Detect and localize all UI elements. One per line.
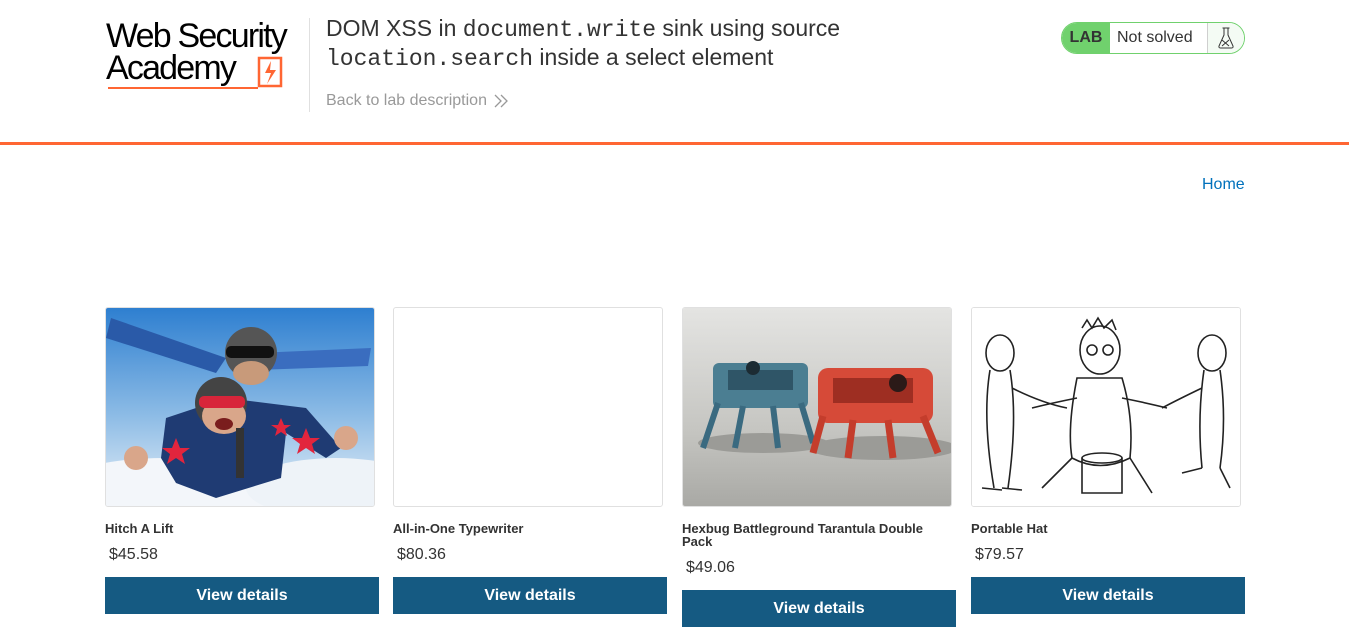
- product-name: All-in-One Typewriter: [393, 521, 524, 536]
- view-details-button[interactable]: View details: [393, 577, 667, 614]
- product-card: Portable Hat $79.57 View details: [971, 307, 1245, 614]
- product-image-skydiving: [105, 307, 375, 507]
- double-chevron-right-icon: [494, 94, 508, 108]
- product-price: $79.57: [975, 546, 1024, 563]
- web-security-academy-logo[interactable]: Web Security Academy: [106, 17, 306, 95]
- lab-flask-icon-container[interactable]: [1208, 23, 1244, 53]
- logo-underline: [108, 87, 258, 89]
- back-to-lab-description-link[interactable]: Back to lab description: [326, 92, 509, 110]
- lab-title: DOM XSS in document.write sink using sou…: [326, 15, 966, 73]
- back-link-label: Back to lab description: [326, 92, 487, 109]
- lab-title-text-1: DOM XSS in: [326, 15, 463, 41]
- lab-title-code-1: document.write: [462, 17, 656, 43]
- header-divider: [309, 18, 310, 112]
- product-price: $49.06: [686, 559, 735, 576]
- home-link[interactable]: Home: [1202, 176, 1245, 194]
- logo-text-line1: Web Security: [106, 17, 288, 55]
- lab-title-text-2: sink using source: [656, 15, 841, 41]
- view-details-button[interactable]: View details: [682, 590, 956, 627]
- product-card: Hitch A Lift $45.58 View details: [105, 307, 379, 614]
- view-details-button[interactable]: View details: [971, 577, 1245, 614]
- product-name: Hexbug Battleground Tarantula Double Pac…: [682, 521, 923, 549]
- product-card: Hexbug Battleground Tarantula Double Pac…: [682, 307, 956, 627]
- lab-badge: LAB: [1062, 23, 1110, 53]
- view-details-button[interactable]: View details: [105, 577, 379, 614]
- lab-status-widget: LAB Not solved: [1061, 22, 1245, 54]
- product-name: Portable Hat: [971, 521, 1048, 536]
- product-price: $45.58: [109, 546, 158, 563]
- product-image-robot-spiders: [682, 307, 952, 507]
- product-card: All-in-One Typewriter $80.36 View detail…: [393, 307, 667, 614]
- site-header: Web Security Academy DOM XSS in document…: [0, 0, 1349, 145]
- logo-bolt-icon: [257, 56, 283, 88]
- product-image-cartoon-drawing: [971, 307, 1241, 507]
- product-price: $80.36: [397, 546, 446, 563]
- lab-status-text: Not solved: [1110, 23, 1208, 53]
- lab-title-code-2: location.search: [326, 46, 534, 72]
- product-name: Hitch A Lift: [105, 521, 174, 536]
- product-image-blank: [393, 307, 663, 507]
- flask-icon: [1218, 27, 1234, 49]
- lab-title-text-3: inside a select element: [533, 44, 774, 70]
